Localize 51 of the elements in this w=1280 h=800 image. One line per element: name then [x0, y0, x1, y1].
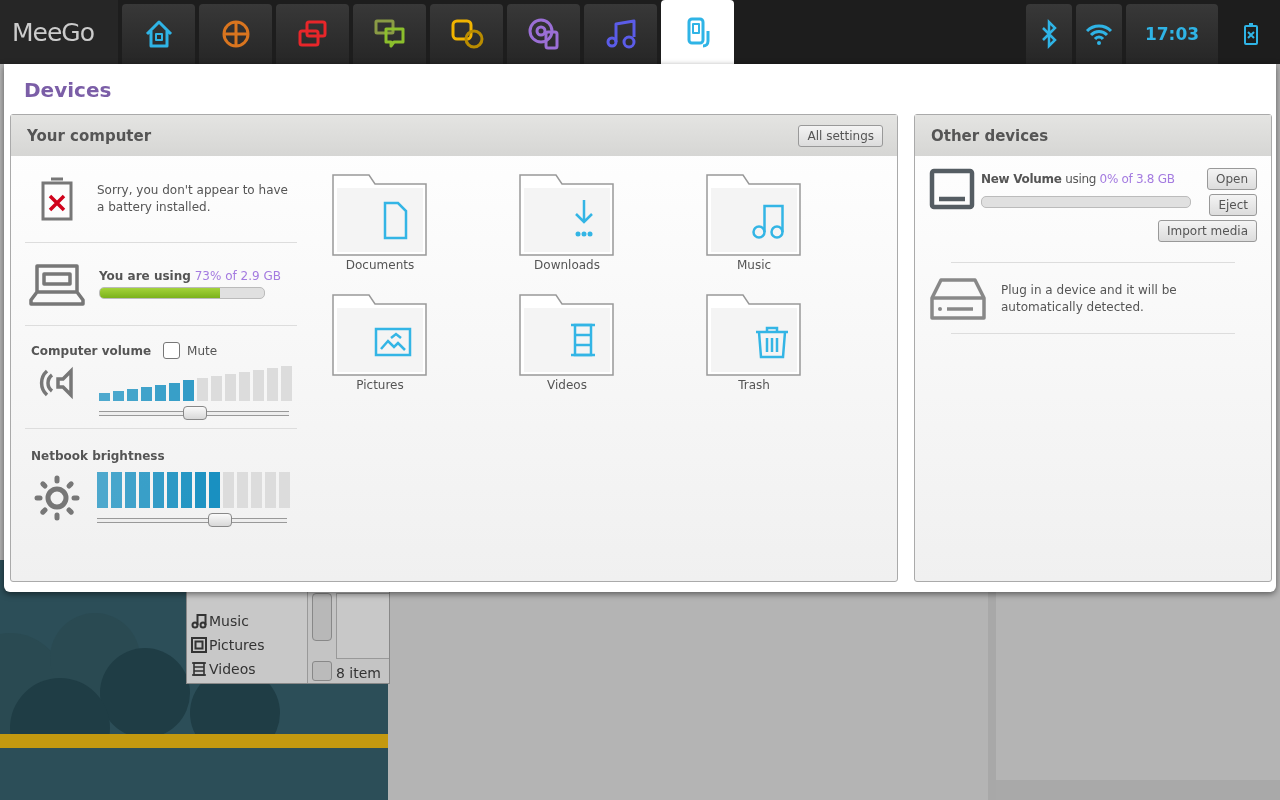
place-item[interactable]: Music — [187, 609, 307, 633]
zone-tab[interactable] — [122, 4, 195, 64]
device-action-button[interactable]: Open — [1206, 168, 1257, 190]
mute-checkbox[interactable]: Mute — [163, 342, 218, 359]
zone-tab[interactable] — [353, 4, 426, 64]
place-item[interactable]: Videos — [187, 657, 307, 681]
folder-item[interactable]: Music — [705, 172, 892, 292]
music-note-icon — [191, 613, 207, 629]
wifi-icon[interactable] — [1076, 4, 1122, 64]
volume-label: Computer volume — [31, 343, 152, 358]
clock[interactable]: 17:03 — [1126, 4, 1218, 64]
folder-item[interactable]: Downloads — [518, 172, 705, 292]
device-action-button[interactable]: Import media — [1157, 220, 1257, 242]
storage-usage-text: You are using 73% of 2.9 GB — [99, 269, 281, 283]
music-folder-icon — [705, 172, 803, 258]
zone-tab[interactable] — [276, 4, 349, 64]
logo-text: MeeGo — [0, 0, 118, 64]
zone-tab[interactable] — [507, 4, 580, 64]
section-title: Your computer — [27, 126, 152, 145]
device-usage-text: New Volume using 0% of 3.8 GB — [981, 172, 1176, 186]
camera-tablet-icon — [526, 17, 561, 51]
brightness-label: Netbook brightness — [31, 449, 165, 463]
document-folder-icon — [331, 172, 429, 258]
battery-message: Sorry, you don't appear to have a battery installed. — [97, 182, 289, 216]
laptop-icon — [29, 262, 85, 306]
video-folder-icon — [518, 292, 616, 378]
bluetooth-icon[interactable] — [1026, 4, 1072, 64]
folder-item[interactable]: Documents — [331, 172, 518, 292]
all-settings-button[interactable]: All settings — [798, 124, 883, 147]
drive-icon — [929, 168, 975, 212]
folder-item[interactable]: Pictures — [331, 292, 518, 412]
download-folder-icon — [518, 172, 616, 258]
checkbox[interactable] — [163, 342, 181, 359]
place-item[interactable]: Pictures — [187, 633, 307, 657]
plug-message: Plug in a device and it will be automatically detected. — [1001, 282, 1178, 316]
picture-frame-icon — [191, 637, 207, 653]
film-icon — [191, 661, 207, 677]
device-action-button[interactable]: Eject — [1209, 194, 1257, 216]
panel-title: Devices — [23, 77, 113, 104]
scrollbar[interactable] — [312, 593, 332, 683]
zone-tab[interactable] — [199, 4, 272, 64]
zone-tab[interactable] — [430, 4, 503, 64]
folder-item[interactable]: Videos — [518, 292, 705, 412]
status-text: 8 item — [336, 665, 382, 681]
slider-thumb[interactable] — [183, 406, 207, 420]
slider-thumb[interactable] — [207, 513, 232, 527]
trash-folder-icon — [705, 292, 803, 378]
picture-folder-icon — [331, 292, 429, 378]
drive-icon — [929, 277, 987, 321]
section-title: Other devices — [931, 126, 1049, 145]
folder-item[interactable]: Trash — [705, 292, 892, 412]
